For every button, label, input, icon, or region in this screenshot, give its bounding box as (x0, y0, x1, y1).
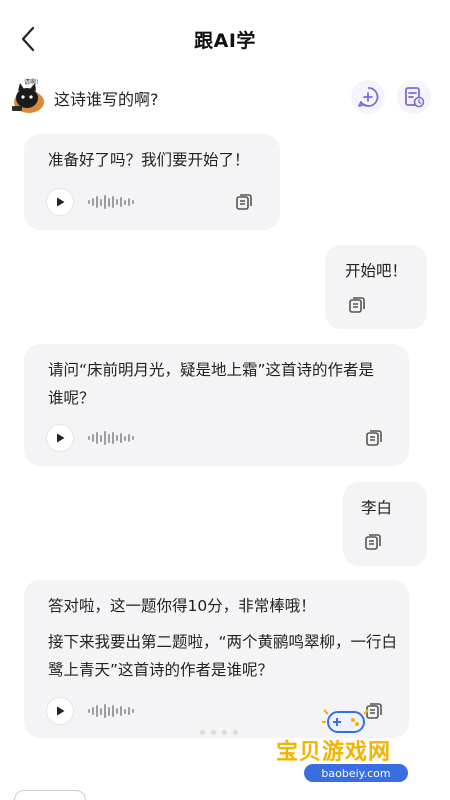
chat-plus-icon (358, 87, 379, 107)
watermark-url: baobeiy.com (304, 764, 408, 782)
user-message-bubble: 李白 (343, 482, 427, 566)
pager-dot (211, 730, 216, 735)
message-text: 开始吧！ (345, 262, 408, 280)
header-bar: 跟AI学 (0, 0, 450, 78)
play-icon (57, 433, 65, 443)
pager-dot (233, 730, 238, 735)
copy-button[interactable] (347, 295, 367, 315)
avatar-badge: 请啊! (24, 79, 39, 86)
message-text-followup: 接下来我要出第二题啦，“两个黄鹂鸣翠柳，一行白鹭上青天”这首诗的作者是谁呢？ (48, 633, 398, 679)
copy-icon (366, 430, 382, 446)
bottom-input-chip[interactable] (14, 790, 86, 800)
message-text: 请问“床前明月光，疑是地上霜”这首诗的作者是谁呢？ (48, 361, 375, 407)
page-title: 跟AI学 (194, 29, 256, 52)
copy-icon (349, 297, 365, 313)
pager-dot (222, 730, 227, 735)
history-button[interactable] (397, 80, 431, 114)
pager-dots (200, 730, 238, 735)
copy-button[interactable] (364, 428, 384, 448)
history-icon (405, 87, 425, 108)
avatar[interactable]: 请啊! (10, 78, 46, 114)
topic-question: 这诗谁写的啊? (54, 90, 159, 109)
play-icon (57, 197, 65, 207)
audio-waveform (88, 194, 134, 210)
message-text: 准备好了吗？我们要开始了！ (48, 151, 250, 169)
message-text: 答对啦，这一题你得10分，非常棒哦！ (48, 597, 316, 615)
new-chat-button[interactable] (351, 80, 385, 114)
message-text: 李白 (361, 499, 393, 517)
back-button[interactable] (14, 22, 42, 56)
copy-button[interactable] (234, 192, 254, 212)
watermark-title: 宝贝游戏网 (276, 740, 392, 765)
user-message-bubble: 开始吧！ (325, 245, 427, 329)
pager-dot (200, 730, 205, 735)
chevron-left-icon (21, 26, 35, 52)
ai-message-bubble: 准备好了吗？我们要开始了！ (24, 134, 280, 230)
copy-icon (365, 534, 381, 550)
play-button[interactable] (46, 188, 74, 216)
play-button[interactable] (46, 424, 74, 452)
copy-icon (236, 194, 252, 210)
copy-button[interactable] (363, 532, 383, 552)
audio-waveform (88, 430, 134, 446)
ai-message-bubble: 请问“床前明月光，疑是地上霜”这首诗的作者是谁呢？ (24, 344, 409, 466)
watermark: 宝贝游戏网 baobeiy.com (270, 700, 450, 790)
topic-bar: 请啊! 这诗谁写的啊? (0, 78, 450, 118)
play-icon (57, 706, 65, 716)
play-button[interactable] (46, 697, 74, 725)
audio-waveform (88, 703, 134, 719)
